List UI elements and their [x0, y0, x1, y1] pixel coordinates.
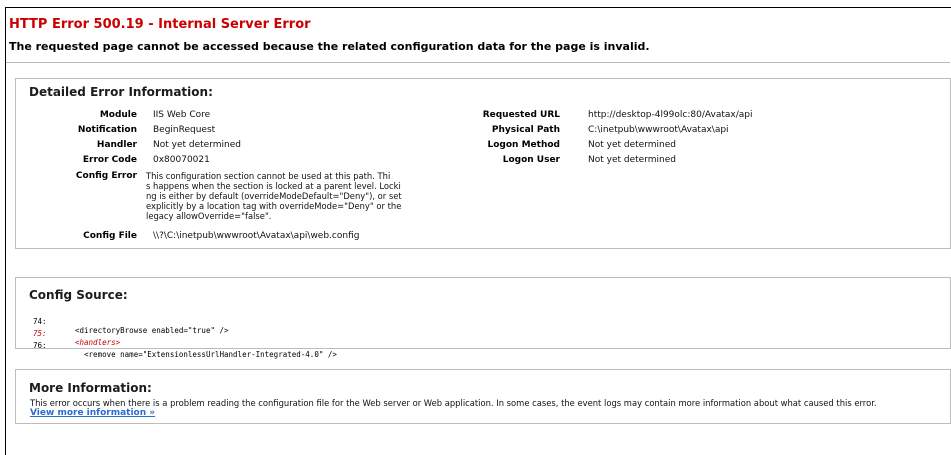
- info-value: \\?\C:\inetpub\wwwroot\Avatax\api\web.co…: [153, 231, 360, 241]
- info-value: C:\inetpub\wwwroot\Avatax\api: [588, 125, 729, 135]
- info-label: Module: [99, 110, 137, 120]
- info-label: Config File: [83, 231, 137, 241]
- line-text: <directoryBrowse enabled="true" />: [75, 326, 229, 335]
- info-value: 0x80070021: [153, 155, 210, 165]
- header-divider: [6, 62, 950, 63]
- info-value: IIS Web Core: [153, 110, 211, 120]
- config-error-line: explicitly by a location tag with overri…: [146, 201, 402, 211]
- code-line: 76: <remove name="ExtensionlessUrlHandle…: [33, 332, 337, 359]
- info-label: Handler: [96, 140, 137, 150]
- detailed-error-title: Detailed Error Information:: [29, 85, 213, 99]
- more-info-title: More Information:: [29, 381, 152, 395]
- config-error-line: s happens when the section is locked at …: [146, 181, 401, 191]
- config-error-line: ng is either by default (overrideModeDef…: [146, 191, 402, 201]
- more-info-text: This error occurs when there is a proble…: [30, 398, 877, 408]
- info-label: Physical Path: [491, 125, 560, 135]
- config-error-line: legacy allowOverride="false".: [146, 211, 272, 221]
- view-more-information-link[interactable]: View more information »: [30, 408, 155, 418]
- info-label: Logon User: [502, 155, 560, 165]
- config-error-line: This configuration section cannot be use…: [146, 171, 391, 181]
- info-value: Not yet determined: [588, 140, 676, 150]
- info-label: Notification: [77, 125, 137, 135]
- line-text: <remove name="ExtensionlessUrlHandler-In…: [75, 350, 337, 359]
- config-source-title: Config Source:: [29, 288, 128, 302]
- info-value: Not yet determined: [588, 155, 676, 165]
- info-value: http://desktop-4l99olc:80/Avatax/api: [588, 110, 753, 120]
- info-label: Error Code: [82, 155, 137, 165]
- error-title: HTTP Error 500.19 - Internal Server Erro…: [9, 17, 311, 32]
- config-source-box: [15, 277, 951, 349]
- info-label: Requested URL: [482, 110, 560, 120]
- more-info-box: [15, 369, 951, 424]
- error-subtitle: The requested page cannot be accessed be…: [9, 40, 650, 53]
- info-label: Config Error: [75, 171, 137, 181]
- line-number: 76:: [33, 341, 47, 350]
- info-label: Logon Method: [487, 140, 560, 150]
- info-value: BeginRequest: [153, 125, 216, 135]
- config-error-message: This configuration section cannot be use…: [146, 171, 418, 221]
- info-value: Not yet determined: [153, 140, 241, 150]
- line-text: <handlers>: [75, 338, 121, 347]
